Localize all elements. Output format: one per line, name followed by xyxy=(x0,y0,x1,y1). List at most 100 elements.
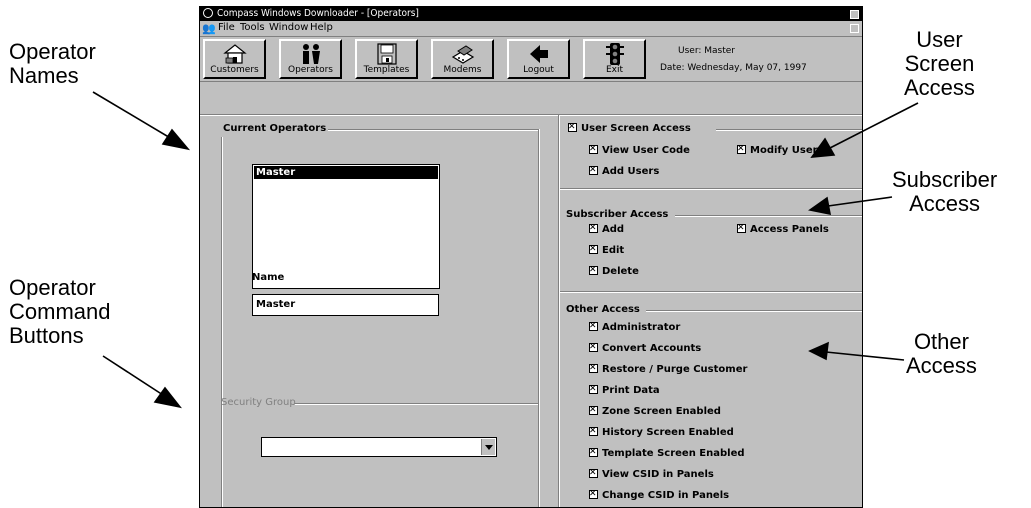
current-date: Date: Wednesday, May 07, 1997 xyxy=(660,63,807,73)
customers-button[interactable]: Customers xyxy=(203,39,266,79)
checkbox-label: Access Panels xyxy=(750,224,829,235)
arrowhead-operator-command-buttons xyxy=(153,386,182,409)
current-operators-frame-top xyxy=(328,129,538,131)
menu-help[interactable]: Help xyxy=(310,21,333,35)
checkbox-box[interactable] xyxy=(589,143,598,155)
menu-file[interactable]: File xyxy=(218,21,235,35)
callout-line: Screen xyxy=(904,51,975,76)
exit-label: Exit xyxy=(605,65,624,75)
checkbox-box[interactable] xyxy=(589,404,598,416)
checkbox-box[interactable] xyxy=(589,222,598,234)
subscriber-delete-checkbox[interactable]: Delete xyxy=(589,264,639,278)
subscriber-add-checkbox[interactable]: Add xyxy=(589,222,625,236)
operator-list-item[interactable]: Master xyxy=(254,166,438,179)
operators-icon xyxy=(302,44,320,64)
access-panels-checkbox[interactable]: Access Panels xyxy=(737,222,829,236)
callout-subscriber-access: Subscriber Access xyxy=(892,168,997,216)
checkbox-box[interactable] xyxy=(589,341,598,353)
toolbar-divider xyxy=(200,114,862,116)
checkbox-label: Change CSID in Panels xyxy=(602,490,730,501)
checkbox-label: Add Users xyxy=(602,166,660,177)
current-operators-label: Current Operators xyxy=(223,123,327,134)
convert-accounts-checkbox[interactable]: Convert Accounts xyxy=(589,341,702,355)
user-screen-access-frame-bottom xyxy=(560,188,862,190)
checkbox-box[interactable] xyxy=(737,222,746,234)
checkbox-box[interactable] xyxy=(589,264,598,276)
history-screen-enabled-checkbox[interactable]: History Screen Enabled xyxy=(589,425,734,439)
templates-button[interactable]: Templates xyxy=(355,39,418,79)
checkbox-box[interactable] xyxy=(568,121,577,133)
arrow-left-icon xyxy=(529,45,548,63)
logout-label: Logout xyxy=(523,65,554,75)
checkbox-box[interactable] xyxy=(589,446,598,458)
subscriber-access-frame-top xyxy=(675,215,862,217)
callout-line: Subscriber xyxy=(892,167,998,192)
customers-label: Customers xyxy=(210,65,259,75)
checkbox-label: Add xyxy=(602,224,625,235)
traffic-light-icon xyxy=(605,43,624,65)
chevron-down-icon[interactable] xyxy=(481,439,495,455)
operator-name-field[interactable]: Master xyxy=(252,294,439,316)
print-data-checkbox[interactable]: Print Data xyxy=(589,383,660,397)
templates-label: Templates xyxy=(363,65,410,75)
restore-button[interactable] xyxy=(850,24,859,33)
security-group-select[interactable] xyxy=(261,437,497,457)
checkbox-label: Administrator xyxy=(602,322,681,333)
administrator-checkbox[interactable]: Administrator xyxy=(589,320,681,334)
checkbox-label: History Screen Enabled xyxy=(602,427,734,438)
subscriber-access-label: Subscriber Access xyxy=(566,209,669,220)
modems-button[interactable]: Modems xyxy=(431,39,494,79)
callout-line: Access xyxy=(904,75,975,100)
checkbox-box[interactable] xyxy=(589,425,598,437)
template-screen-enabled-checkbox[interactable]: Template Screen Enabled xyxy=(589,446,745,460)
subscriber-edit-checkbox[interactable]: Edit xyxy=(589,243,624,257)
right-panel-divider xyxy=(558,115,560,507)
checkbox-box[interactable] xyxy=(589,362,598,374)
zone-screen-enabled-checkbox[interactable]: Zone Screen Enabled xyxy=(589,404,721,418)
callout-user-screen-access: User Screen Access xyxy=(904,28,975,100)
name-label: Name xyxy=(252,272,285,283)
exit-button[interactable]: Exit xyxy=(583,39,646,79)
house-icon xyxy=(222,44,247,64)
operator-list[interactable]: Master xyxy=(252,164,440,289)
operators-small-icon: 👥 xyxy=(202,22,216,35)
checkbox-box[interactable] xyxy=(589,383,598,395)
checkbox-box[interactable] xyxy=(589,320,598,332)
operators-label: Operators xyxy=(288,65,333,75)
view-csid-in-panels-checkbox[interactable]: View CSID in Panels xyxy=(589,467,714,481)
menu-window[interactable]: Window xyxy=(269,21,308,35)
checkbox-label: User Screen Access xyxy=(581,123,691,134)
checkbox-box[interactable] xyxy=(589,488,598,500)
restore-purge-customer-checkbox[interactable]: Restore / Purge Customer xyxy=(589,362,747,376)
checkbox-label: Convert Accounts xyxy=(602,343,702,354)
subscriber-access-frame-bottom xyxy=(560,291,862,293)
change-csid-in-panels-checkbox[interactable]: Change CSID in Panels xyxy=(589,488,730,502)
other-access-frame-top xyxy=(646,310,862,312)
modify-users-checkbox[interactable]: Modify Users xyxy=(737,143,824,157)
modems-label: Modems xyxy=(443,65,482,75)
floppy-disk-icon xyxy=(376,43,397,65)
current-user: User: Master xyxy=(678,46,735,56)
callout-line: Access xyxy=(906,353,977,378)
app-window: Compass Windows Downloader - [Operators]… xyxy=(199,6,863,508)
menu-tools[interactable]: Tools xyxy=(240,21,265,35)
view-user-code-checkbox[interactable]: View User Code xyxy=(589,143,690,157)
user-screen-access-checkbox[interactable]: User Screen Access xyxy=(568,121,691,135)
operators-button[interactable]: Operators xyxy=(279,39,342,79)
logout-button[interactable]: Logout xyxy=(507,39,570,79)
minimize-button[interactable] xyxy=(850,10,859,19)
checkbox-box[interactable] xyxy=(589,164,598,176)
checkbox-box[interactable] xyxy=(589,467,598,479)
callout-line: Access xyxy=(909,191,981,216)
modem-icon xyxy=(451,45,474,64)
checkbox-label: Zone Screen Enabled xyxy=(602,406,721,417)
checkbox-box[interactable] xyxy=(737,143,746,155)
callout-operator-command-buttons: Operator Command Buttons xyxy=(9,276,110,348)
checkbox-box[interactable] xyxy=(589,243,598,255)
current-operators-frame-right xyxy=(538,129,540,507)
checkbox-label: View User Code xyxy=(602,145,690,156)
add-users-checkbox[interactable]: Add Users xyxy=(589,164,660,178)
app-icon xyxy=(203,8,213,18)
toolbar: Customers Operators Templates Modems Log… xyxy=(200,36,862,82)
current-operators-frame-left xyxy=(221,137,223,507)
